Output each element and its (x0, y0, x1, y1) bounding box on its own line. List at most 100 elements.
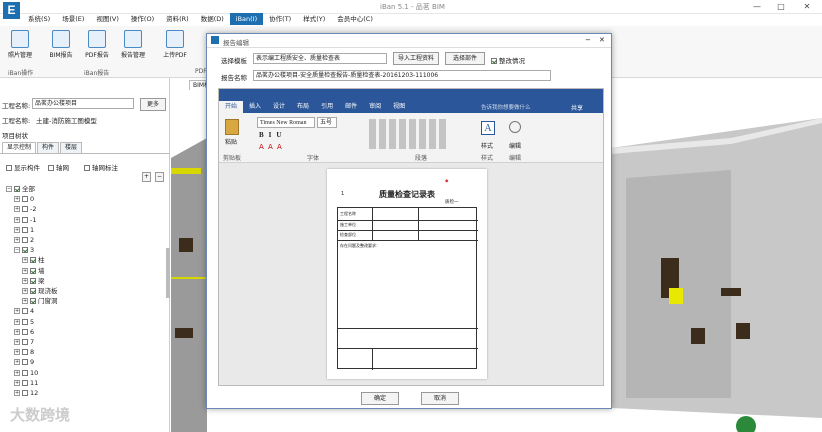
report-manage-button[interactable]: 报告管理 (116, 30, 150, 59)
project-tree-header[interactable]: 项目树状 (2, 130, 28, 140)
checkbox[interactable] (30, 277, 36, 284)
expand-icon[interactable]: + (14, 308, 20, 315)
more-button[interactable]: 更多 (140, 98, 166, 111)
report-name-input[interactable]: 品茗办公楼项目-安全质量检查报告-质量检查表-20161203-111006 (253, 70, 551, 81)
expand-icon[interactable]: + (14, 390, 20, 397)
expand-icon[interactable]: + (14, 339, 20, 346)
menu-item[interactable]: 系统(S) (22, 13, 56, 25)
word-tab[interactable]: 视图 (387, 101, 411, 113)
tree-node[interactable]: +8 (6, 347, 58, 357)
checkbox[interactable] (30, 288, 36, 295)
font-color-buttons[interactable]: AAA (259, 143, 286, 151)
tree-node[interactable]: + -2 (6, 204, 58, 214)
menu-item[interactable]: 样式(Y) (297, 13, 331, 25)
font-select[interactable]: Times New Roman (257, 117, 315, 128)
maximize-button[interactable]: □ (772, 1, 790, 13)
expand-icon[interactable]: + (14, 196, 20, 203)
share-button[interactable]: 共享 (571, 103, 583, 112)
tree-node[interactable]: +2 (6, 235, 58, 245)
checkbox[interactable] (30, 257, 36, 264)
checkbox[interactable] (22, 237, 28, 244)
template-select[interactable]: 表示编工程质安全、质量检查表 (253, 53, 387, 64)
word-tab[interactable]: 开始 (219, 101, 244, 113)
expand-icon[interactable]: − (14, 247, 20, 254)
tab-components[interactable]: 构件 (37, 142, 60, 153)
search-icon[interactable] (509, 121, 521, 133)
tree-node[interactable]: +10 (6, 368, 58, 378)
expand-icon[interactable]: + (14, 318, 20, 325)
tree-node[interactable]: +12 (6, 388, 58, 398)
menu-item[interactable]: 会员中心(C) (331, 13, 379, 25)
word-tab[interactable]: 引用 (315, 101, 339, 113)
checkbox[interactable] (14, 186, 20, 192)
word-tab[interactable]: 布局 (291, 101, 315, 113)
expand-icon[interactable]: − (6, 186, 12, 192)
tree-node[interactable]: + 墙 (6, 266, 58, 276)
checkbox[interactable] (22, 359, 28, 366)
checkbox[interactable] (30, 267, 36, 274)
document-page[interactable]: 1 质量检查记录表 ◆ 质检一 工程名称 施工单位 检查部位 存在问题及整改要求… (327, 169, 487, 379)
menu-item[interactable]: 资料(R) (160, 13, 195, 25)
tree-node[interactable]: +9 (6, 357, 58, 367)
rectify-checkbox[interactable]: 整改情况 (491, 55, 525, 65)
checkbox[interactable] (22, 216, 28, 223)
checkbox[interactable] (22, 318, 28, 325)
cancel-button[interactable]: 取消 (421, 392, 459, 405)
ok-button[interactable]: 确定 (361, 392, 399, 405)
photo-manage-button[interactable]: 照片管理 (3, 30, 37, 59)
checkbox[interactable] (22, 206, 28, 213)
styles-icon[interactable]: A (481, 121, 495, 135)
tree-node[interactable]: +4 (6, 306, 58, 316)
checkbox[interactable] (22, 226, 28, 233)
scrollbar-thumb[interactable] (166, 248, 170, 298)
tab-display-control[interactable]: 显示控制 (2, 142, 37, 153)
dialog-close-icon[interactable]: ✕ (599, 36, 605, 44)
collapse-all-button[interactable]: − (155, 172, 164, 182)
checkbox[interactable] (22, 369, 28, 376)
tree-node[interactable]: + 现浇板 (6, 286, 58, 296)
tree-node[interactable]: +0 (6, 194, 58, 204)
minimize-button[interactable]: — (748, 1, 766, 13)
checkbox[interactable] (84, 165, 90, 171)
dialog-minimize-icon[interactable]: − (585, 36, 591, 44)
tree-node[interactable]: + 门窗洞 (6, 296, 58, 306)
checkbox[interactable] (22, 247, 28, 254)
expand-icon[interactable]: + (14, 237, 20, 244)
tree-node[interactable]: +1 (6, 225, 58, 235)
checkbox[interactable] (22, 379, 28, 386)
tree-node[interactable]: +6 (6, 327, 58, 337)
menu-item[interactable]: iBan(I) (229, 13, 264, 25)
expand-all-button[interactable]: + (142, 172, 151, 182)
project-select[interactable]: 品茗办公楼项目 (32, 98, 134, 109)
select-parts-button[interactable]: 选择部件 (445, 52, 485, 65)
expand-icon[interactable]: + (14, 206, 20, 213)
word-tab[interactable]: 邮件 (339, 101, 363, 113)
tree-node[interactable]: −3 (6, 245, 58, 255)
font-size-select[interactable]: 五号 (317, 117, 337, 128)
expand-icon[interactable]: + (14, 349, 20, 356)
menu-item[interactable]: 场景(E) (56, 13, 90, 25)
tree-node[interactable]: − 全部 (6, 184, 58, 194)
word-tab[interactable]: 审阅 (363, 101, 387, 113)
checkbox[interactable] (22, 328, 28, 335)
checkbox[interactable] (30, 298, 36, 305)
expand-icon[interactable]: + (22, 288, 28, 295)
filter-axis-label[interactable]: 轴网标注 (84, 162, 118, 172)
tree-node[interactable]: + 柱 (6, 255, 58, 265)
expand-icon[interactable]: + (14, 328, 20, 335)
pdf-report-button[interactable]: PDF报告 (80, 30, 114, 59)
expand-icon[interactable]: + (14, 379, 20, 386)
checkbox[interactable] (6, 165, 12, 171)
expand-icon[interactable]: + (22, 277, 28, 284)
tree-node[interactable]: + 梁 (6, 276, 58, 286)
tell-me-box[interactable]: 告诉我你想要做什么 (481, 103, 531, 111)
expand-icon[interactable]: + (22, 298, 28, 305)
expand-icon[interactable]: + (14, 369, 20, 376)
bim-report-button[interactable]: BIM报告 (44, 30, 78, 59)
checkbox[interactable] (22, 390, 28, 397)
tree-node[interactable]: +11 (6, 378, 58, 388)
close-button[interactable]: ✕ (798, 1, 816, 13)
import-data-button[interactable]: 导入工程资料 (393, 52, 439, 65)
format-buttons[interactable]: BIU (259, 131, 286, 139)
expand-icon[interactable]: + (14, 216, 20, 223)
